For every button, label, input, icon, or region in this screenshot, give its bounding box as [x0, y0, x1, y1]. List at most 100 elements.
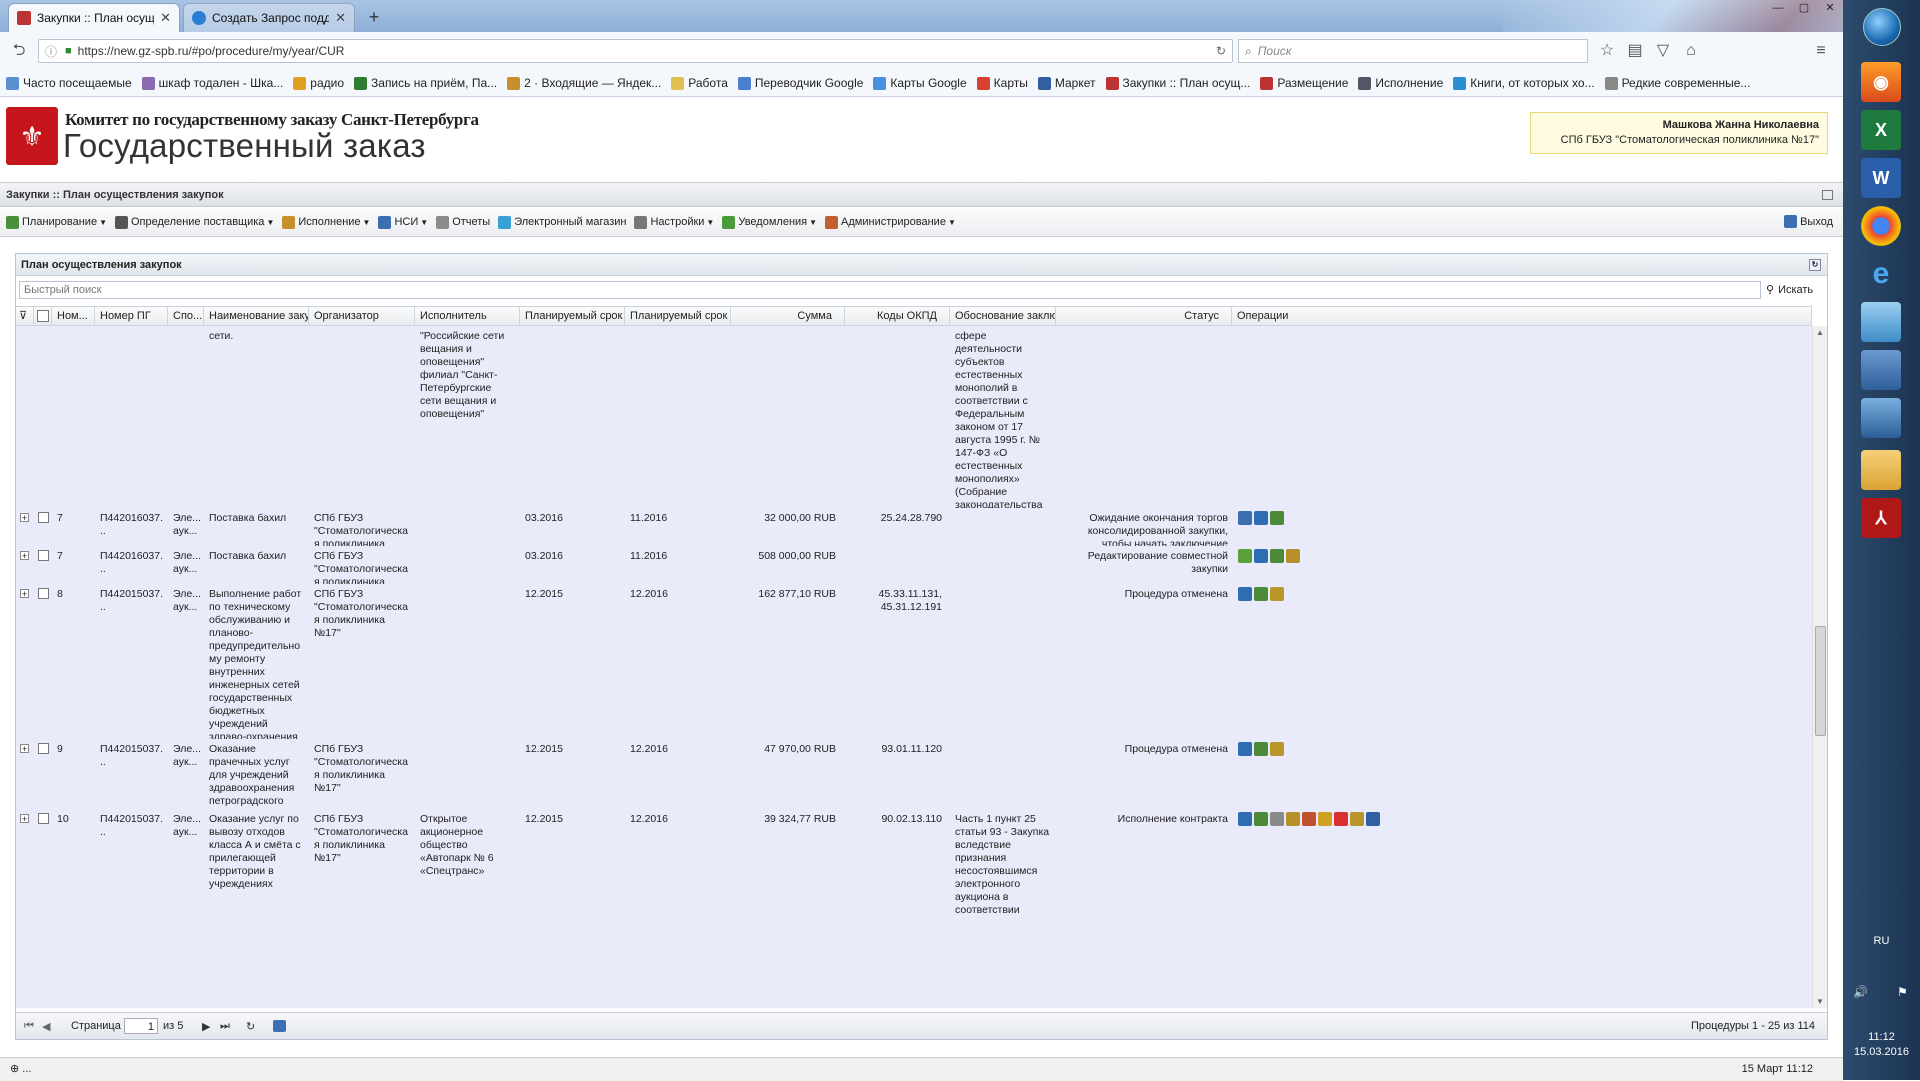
- app-icon[interactable]: [1861, 302, 1901, 342]
- bookmark-item[interactable]: 2 · Входящие — Яндек...: [507, 76, 661, 90]
- volume-icon[interactable]: 🔊: [1853, 985, 1868, 999]
- bookmark-item[interactable]: Запись на приём, Па...: [354, 76, 497, 90]
- url-bar[interactable]: ⓘ ■ https://new.gz-spb.ru/#po/procedure/…: [38, 39, 1233, 63]
- chart-icon[interactable]: [1254, 511, 1268, 525]
- bookmark-item[interactable]: шкаф тодален - Шка...: [141, 76, 283, 90]
- scroll-down-icon[interactable]: ▼: [1816, 997, 1824, 1006]
- scroll-thumb[interactable]: [1815, 626, 1826, 736]
- row-checkbox[interactable]: [38, 743, 49, 754]
- maximize-icon[interactable]: ▢: [1791, 0, 1817, 16]
- menu-item[interactable]: Уведомления ▼: [722, 215, 817, 229]
- last-page-icon[interactable]: ⏭: [220, 1020, 230, 1033]
- remote-desktop-icon[interactable]: [1861, 398, 1901, 438]
- approve-icon[interactable]: [1238, 549, 1252, 563]
- barcode-icon[interactable]: [1366, 812, 1380, 826]
- column-header[interactable]: Спо...: [168, 307, 204, 326]
- bookmark-item[interactable]: Размещение: [1260, 76, 1348, 90]
- taskbar-clock[interactable]: 11:12 15.03.2016: [1843, 1030, 1920, 1060]
- browser-tab[interactable]: Создать Запрос поддержк... ✕: [183, 3, 355, 32]
- gears-icon[interactable]: [1254, 742, 1268, 756]
- language-indicator[interactable]: RU: [1843, 935, 1920, 947]
- expand-row-icon[interactable]: +: [20, 814, 29, 824]
- table-row[interactable]: +10 П442015037... Эле... аук... Оказание ус…: [16, 809, 1812, 1008]
- scroll-icon[interactable]: [1270, 742, 1284, 756]
- expand-row-icon[interactable]: +: [20, 589, 29, 599]
- report-icon[interactable]: [1302, 812, 1316, 826]
- page-number-input[interactable]: 1: [124, 1018, 158, 1034]
- acrobat-icon[interactable]: ⅄: [1861, 498, 1901, 538]
- menu-item[interactable]: Администрирование ▼: [825, 215, 956, 229]
- close-tab-icon[interactable]: ✕: [160, 10, 171, 26]
- bookmark-item[interactable]: Карты: [976, 76, 1028, 90]
- menu-item[interactable]: Настройки ▼: [634, 215, 714, 229]
- menu-item[interactable]: НСИ ▼: [378, 215, 428, 229]
- first-page-icon[interactable]: ⏮: [24, 1020, 34, 1033]
- bookmark-item[interactable]: Часто посещаемые: [6, 76, 132, 90]
- start-button[interactable]: [1863, 8, 1901, 46]
- bookmark-item[interactable]: Переводчик Google: [737, 76, 863, 90]
- column-header[interactable]: Обоснование заключ...: [950, 307, 1056, 326]
- network-icon[interactable]: [1861, 350, 1901, 390]
- bookmark-item[interactable]: Редкие современные...: [1604, 76, 1750, 90]
- library-icon[interactable]: ▤: [1622, 39, 1648, 63]
- chart-icon[interactable]: [1238, 587, 1252, 601]
- row-checkbox[interactable]: [38, 550, 49, 561]
- internet-explorer-icon[interactable]: e: [1861, 254, 1901, 294]
- explorer-folder-icon[interactable]: [1861, 450, 1901, 490]
- column-header[interactable]: Ном...: [52, 307, 95, 326]
- bookmark-item[interactable]: Карты Google: [873, 76, 967, 90]
- chart-icon[interactable]: [1238, 742, 1252, 756]
- emblem-icon[interactable]: [1286, 812, 1300, 826]
- browser-search-input[interactable]: ⌕ Поиск: [1238, 39, 1588, 63]
- menu-item[interactable]: Электронный магазин: [498, 215, 626, 229]
- gears-icon[interactable]: [1270, 511, 1284, 525]
- prev-page-icon[interactable]: ◀: [42, 1020, 50, 1033]
- reload-icon[interactable]: ↻: [1216, 44, 1226, 58]
- bookmark-item[interactable]: радио: [293, 76, 344, 90]
- save-icon[interactable]: [273, 1020, 286, 1032]
- gears-icon[interactable]: [1270, 549, 1284, 563]
- bookmark-star-icon[interactable]: ☆: [1594, 39, 1620, 63]
- coins-icon[interactable]: [1318, 812, 1332, 826]
- column-header[interactable]: Наименование закупки: [204, 307, 309, 326]
- table-row[interactable]: +8 П442015037... Эле... аук... Выполнение р…: [16, 584, 1812, 795]
- close-window-icon[interactable]: ✕: [1817, 0, 1843, 16]
- gears-icon[interactable]: [1254, 812, 1268, 826]
- chart-icon[interactable]: [1254, 549, 1268, 563]
- filter-clear-icon[interactable]: ⊽: [16, 307, 34, 326]
- menu-item[interactable]: Исполнение ▼: [282, 215, 370, 229]
- gears-icon[interactable]: [1254, 587, 1268, 601]
- chrome-icon[interactable]: [1861, 206, 1901, 246]
- refresh-panel-icon[interactable]: ↻: [1809, 259, 1821, 271]
- column-header[interactable]: Статус: [1056, 307, 1232, 326]
- bookmark-item[interactable]: Исполнение: [1358, 76, 1443, 90]
- column-header[interactable]: Планируемый срок р...: [520, 307, 625, 326]
- excel-icon[interactable]: X: [1861, 110, 1901, 150]
- bookmark-item[interactable]: Работа: [671, 76, 728, 90]
- column-header[interactable]: Исполнитель: [415, 307, 520, 326]
- flag-icon[interactable]: ⚑: [1897, 985, 1908, 999]
- scroll-icon[interactable]: [1350, 812, 1364, 826]
- hamburger-menu-icon[interactable]: ≡: [1808, 39, 1834, 63]
- column-header[interactable]: Номер ПГ: [95, 307, 168, 326]
- scroll-up-icon[interactable]: ▲: [1816, 328, 1824, 337]
- expand-row-icon[interactable]: +: [20, 513, 29, 523]
- firefox-icon[interactable]: ◉: [1861, 62, 1901, 102]
- bookmark-item[interactable]: Маркет: [1037, 76, 1096, 90]
- bookmark-item[interactable]: Закупки :: План осущ...: [1105, 76, 1250, 90]
- stop-icon[interactable]: [1334, 812, 1348, 826]
- quick-search-input[interactable]: Быстрый поиск: [19, 281, 1761, 299]
- expand-row-icon[interactable]: +: [20, 744, 29, 754]
- next-page-icon[interactable]: ▶: [202, 1020, 210, 1033]
- menu-item[interactable]: Отчеты: [436, 215, 490, 229]
- document-icon[interactable]: [1270, 812, 1284, 826]
- table-row[interactable]: +7 П442016037... Эле... аук... Поставка бах…: [16, 508, 1812, 563]
- exit-button[interactable]: Выход: [1784, 215, 1833, 228]
- column-header[interactable]: Организатор: [309, 307, 415, 326]
- bookmark-item[interactable]: Книги, от которых хо...: [1453, 76, 1595, 90]
- edit-icon[interactable]: [1238, 511, 1252, 525]
- column-header[interactable]: Сумма: [731, 307, 845, 326]
- menu-item[interactable]: Определение поставщика ▼: [115, 215, 274, 229]
- word-icon[interactable]: W: [1861, 158, 1901, 198]
- new-tab-button[interactable]: +: [360, 3, 388, 32]
